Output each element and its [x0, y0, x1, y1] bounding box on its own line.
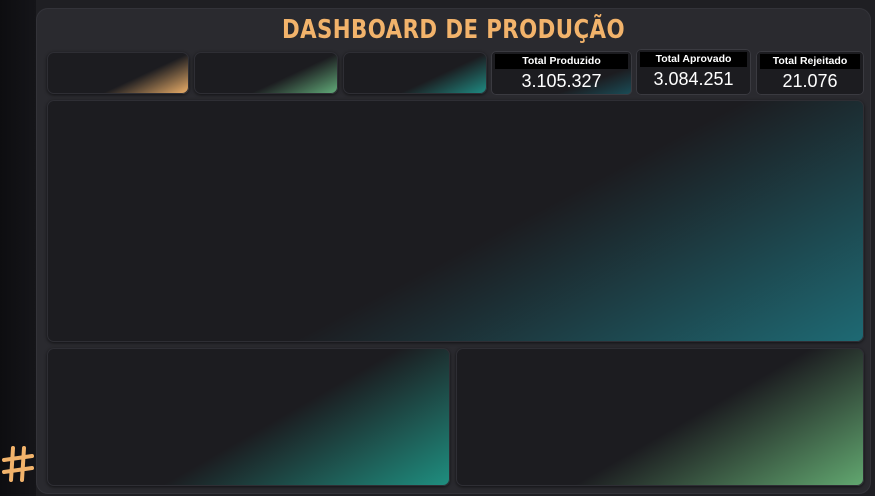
- kpi-total-rejeitado: Total Rejeitado 21.076: [756, 51, 864, 95]
- filter-card-1[interactable]: [47, 52, 189, 94]
- sidebar: [0, 0, 36, 496]
- kpi-label: Total Aprovado: [640, 52, 747, 67]
- main-chart-panel: [47, 100, 864, 342]
- kpi-value: 21.076: [782, 71, 838, 91]
- filter-card-2[interactable]: [194, 52, 338, 94]
- page-title: DASHBOARD DE PRODUÇÃO: [282, 15, 625, 45]
- kpi-total-aprovado: Total Aprovado 3.084.251: [636, 49, 751, 95]
- filter-card-3[interactable]: [343, 52, 487, 94]
- kpi-label: Total Produzido: [495, 54, 628, 69]
- kpi-label: Total Rejeitado: [760, 54, 860, 69]
- kpi-total-produzido: Total Produzido 3.105.327: [491, 51, 632, 95]
- bottom-right-panel: [456, 348, 864, 486]
- kpi-value: 3.105.327: [521, 71, 602, 91]
- hash-logo-icon: [2, 446, 34, 482]
- kpi-value: 3.084.251: [653, 69, 734, 89]
- bottom-left-panel: [47, 348, 450, 486]
